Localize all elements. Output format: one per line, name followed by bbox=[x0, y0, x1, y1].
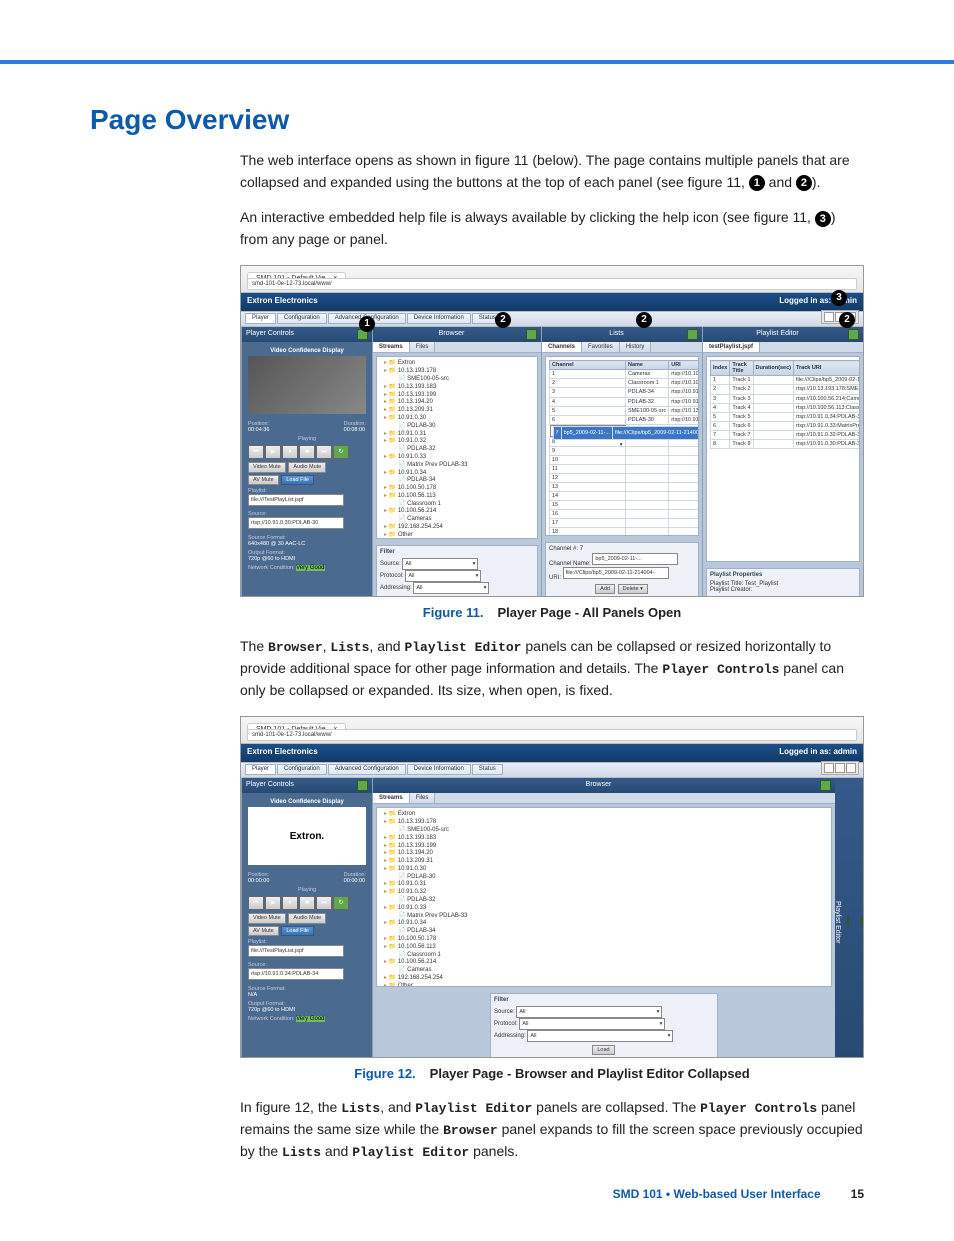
brand: Extron Electronics bbox=[247, 297, 318, 306]
net-condition-badge: Very Good bbox=[296, 565, 324, 571]
skip-back-icon[interactable]: ⏮ bbox=[248, 445, 264, 459]
collapse-icon[interactable] bbox=[357, 780, 368, 791]
collapse-icon[interactable] bbox=[526, 329, 537, 340]
expand-icon[interactable] bbox=[861, 916, 863, 927]
intro-paragraph-2: An interactive embedded help file is alw… bbox=[240, 207, 864, 250]
play-icon[interactable]: ▶ bbox=[265, 445, 281, 459]
tab-devinfo[interactable]: Device Information bbox=[407, 313, 471, 324]
subtab-favorites[interactable]: Favorites bbox=[582, 342, 620, 353]
add-button[interactable]: Add bbox=[595, 584, 615, 594]
browser-chrome: SMD 101 - Default Vie... × smd-101-0e-12… bbox=[241, 717, 863, 744]
playlist-editor-panel: Playlist Editor testPlaylist.jspf IndexT… bbox=[702, 327, 863, 597]
transport-controls[interactable]: ⏮ ▶ ⏸ ■ ⏭ ↻ bbox=[248, 445, 366, 459]
callout-1: 1 bbox=[749, 175, 765, 191]
tab-player[interactable]: Player bbox=[245, 313, 276, 324]
delete-button[interactable]: Delete ▾ bbox=[618, 584, 648, 594]
browser-panel: Browser Streams Files Extron10.13.193.17… bbox=[372, 327, 541, 597]
playlist-file-tab[interactable]: testPlaylist.jspf bbox=[703, 342, 760, 353]
uri-field[interactable]: file:///Clips/bp5_2009-02-11-214004-0.m4… bbox=[563, 567, 669, 579]
callout-3: 3 bbox=[815, 211, 831, 227]
marker-1: 1 bbox=[359, 316, 375, 332]
subtab-streams[interactable]: Streams bbox=[373, 342, 410, 353]
stream-tree[interactable]: Extron10.13.193.178SME100-05-src10.13.19… bbox=[376, 807, 832, 987]
page-footer: SMD 101 • Web-based User Interface 15 bbox=[240, 1187, 864, 1201]
browser-chrome: SMD 101 - Default Vie... × smd-101-0e-12… bbox=[241, 266, 863, 293]
marker-3: 3 bbox=[831, 290, 847, 306]
chname-field[interactable]: bp5_2009-02-11-... bbox=[592, 553, 678, 565]
filter-protocol-select[interactable]: All bbox=[405, 570, 481, 582]
playlist-table[interactable]: IndexTrack TitleDuration(sec)Track URI1T… bbox=[710, 360, 860, 448]
filter-source-select[interactable]: All bbox=[402, 558, 478, 570]
app-header: Extron Electronics Logged in as: admin bbox=[241, 293, 863, 311]
stream-tree[interactable]: Extron10.13.193.178SME100-05-src10.13.19… bbox=[376, 356, 538, 539]
lists-panel: Lists Channels Favorites History Channel… bbox=[541, 327, 702, 597]
pause-icon[interactable]: ⏸ bbox=[282, 445, 298, 459]
marker-2b: 2 bbox=[636, 312, 652, 328]
app-header: Extron Electronics Logged in as: admin bbox=[241, 744, 863, 762]
subtab-channels[interactable]: Channels bbox=[542, 342, 582, 353]
marker-2c: 2 bbox=[839, 312, 855, 328]
figure-12-screenshot: SMD 101 - Default Vie... × smd-101-0e-12… bbox=[240, 716, 864, 1058]
video-preview bbox=[248, 356, 366, 414]
collapse-icon[interactable] bbox=[820, 780, 831, 791]
playlist-field[interactable]: file:///TestPlayList.jspf bbox=[248, 494, 344, 506]
video-mute-button[interactable]: Video Mute bbox=[248, 462, 286, 472]
stop-icon[interactable]: ■ bbox=[299, 445, 315, 459]
figure-11-screenshot: 1 2 2 2 3 SMD 101 - Default Vie... × smd… bbox=[240, 265, 864, 597]
editor-panel-collapsed[interactable]: Playlist Editor bbox=[849, 778, 863, 1058]
collapse-icon[interactable] bbox=[848, 329, 859, 340]
figure-11-caption: Figure 11.Player Page - All Panels Open bbox=[240, 605, 864, 620]
load-button[interactable]: Load bbox=[592, 1045, 614, 1055]
callout-2: 2 bbox=[796, 175, 812, 191]
page-heading: Page Overview bbox=[90, 104, 864, 136]
playlist-props-fieldset: Playlist Properties Playlist Title: Test… bbox=[706, 568, 860, 597]
player-controls-panel: Player Controls Video Confidence Display… bbox=[241, 327, 372, 597]
nav-tabs[interactable]: Player Configuration Advanced Configurat… bbox=[241, 762, 863, 778]
collapse-icon[interactable] bbox=[687, 329, 698, 340]
login-status: Logged in as: admin bbox=[779, 748, 857, 757]
loop-icon[interactable]: ↻ bbox=[333, 445, 349, 459]
brand: Extron Electronics bbox=[247, 748, 318, 757]
paragraph-3: The Browser, Lists, and Playlist Editor … bbox=[240, 636, 864, 702]
subtab-files[interactable]: Files bbox=[410, 342, 436, 353]
av-mute-button[interactable]: AV Mute bbox=[248, 475, 279, 485]
nav-tabs[interactable]: Player Configuration Advanced Configurat… bbox=[241, 311, 863, 327]
load-file-button[interactable]: Load File bbox=[281, 475, 314, 485]
filter-addressing-select[interactable]: All bbox=[413, 582, 489, 594]
figure-12-caption: Figure 12.Player Page - Browser and Play… bbox=[240, 1066, 864, 1081]
skip-fwd-icon[interactable]: ⏭ bbox=[316, 445, 332, 459]
source-field[interactable]: rtsp://10.91.0.30:PDLAB-30 bbox=[248, 517, 344, 529]
audio-mute-button[interactable]: Audio Mute bbox=[288, 462, 326, 472]
channels-table[interactable]: ChannelNameURI1Camerasrtsp://10.100.56.2… bbox=[549, 360, 699, 536]
subtab-history[interactable]: History bbox=[620, 342, 652, 353]
player-controls-panel: Player Controls Video Confidence Display… bbox=[241, 778, 372, 1058]
tab-config[interactable]: Configuration bbox=[277, 313, 327, 324]
browser-panel-expanded: Browser Streams Files Extron10.13.193.17… bbox=[372, 778, 835, 1058]
paragraph-4: In figure 12, the Lists, and Playlist Ed… bbox=[240, 1097, 864, 1163]
channel-detail-fieldset: Channel #: 7 Channel Name: bp5_2009-02-1… bbox=[545, 542, 699, 597]
url-bar[interactable]: smd-101-0e-12-73.local/www/ bbox=[247, 729, 857, 741]
marker-2a: 2 bbox=[495, 312, 511, 328]
display-title: Video Confidence Display bbox=[248, 348, 366, 355]
filter-fieldset: Filter Source: All Protocol: All Address… bbox=[376, 545, 538, 597]
logo: Extron. bbox=[248, 807, 366, 865]
intro-paragraph-1: The web interface opens as shown in figu… bbox=[240, 150, 864, 193]
url-bar[interactable]: smd-101-0e-12-73.local/www/ bbox=[247, 278, 857, 290]
